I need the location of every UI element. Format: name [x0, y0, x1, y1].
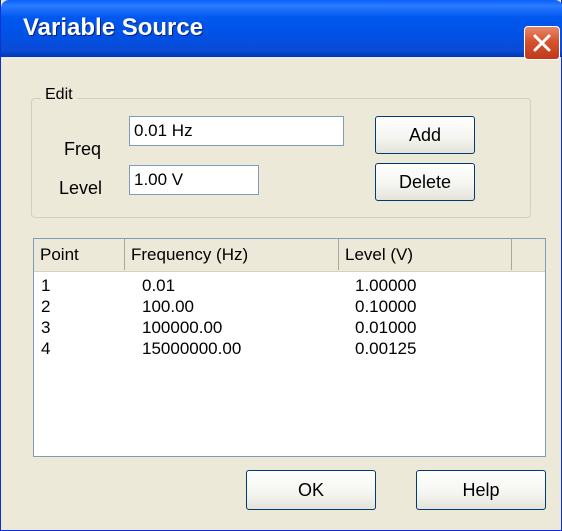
cell-frequency: 15000000.00 — [142, 339, 242, 358]
add-button[interactable]: Add — [375, 116, 475, 154]
cell-point: 4 — [41, 339, 51, 358]
delete-button[interactable]: Delete — [375, 163, 475, 201]
cell-level: 0.01000 — [355, 318, 417, 337]
table-row[interactable]: 2 100.00 0.10000 — [34, 297, 545, 317]
column-header-frequency[interactable]: Frequency (Hz) — [125, 239, 339, 270]
ok-button[interactable]: OK — [246, 470, 376, 510]
column-header-point[interactable]: Point — [34, 239, 125, 270]
variable-source-dialog: Variable Source Edit Freq Level Add Dele… — [0, 0, 562, 531]
column-header-empty[interactable] — [512, 239, 545, 270]
cell-frequency: 100000.00 — [142, 318, 223, 337]
cell-frequency: 0.01 — [142, 276, 176, 295]
cell-point: 3 — [41, 318, 51, 337]
close-button[interactable] — [524, 26, 560, 60]
close-icon — [533, 34, 551, 52]
help-button[interactable]: Help — [416, 470, 546, 510]
table-row[interactable]: 3 100000.00 0.01000 — [34, 318, 545, 338]
freq-label: Freq — [64, 139, 102, 159]
title-bar[interactable]: Variable Source — [1, 0, 562, 60]
cell-point: 2 — [41, 297, 51, 316]
table-row[interactable]: 4 15000000.00 0.00125 — [34, 339, 545, 359]
cell-level: 0.00125 — [355, 339, 417, 358]
points-table[interactable]: Point Frequency (Hz) Level (V) 1 0.01 1.… — [33, 238, 546, 457]
table-header: Point Frequency (Hz) Level (V) — [34, 239, 545, 272]
edit-group-label: Edit — [41, 86, 77, 104]
level-label: Level — [59, 178, 103, 198]
level-input[interactable] — [129, 165, 259, 195]
cell-level: 0.10000 — [355, 297, 417, 316]
cell-level: 1.00000 — [355, 276, 417, 295]
column-header-level[interactable]: Level (V) — [339, 239, 512, 270]
table-row[interactable]: 1 0.01 1.00000 — [34, 276, 545, 296]
cell-frequency: 100.00 — [142, 297, 194, 316]
freq-input[interactable] — [129, 116, 344, 146]
cell-point: 1 — [41, 276, 51, 295]
window-title: Variable Source — [23, 14, 204, 41]
